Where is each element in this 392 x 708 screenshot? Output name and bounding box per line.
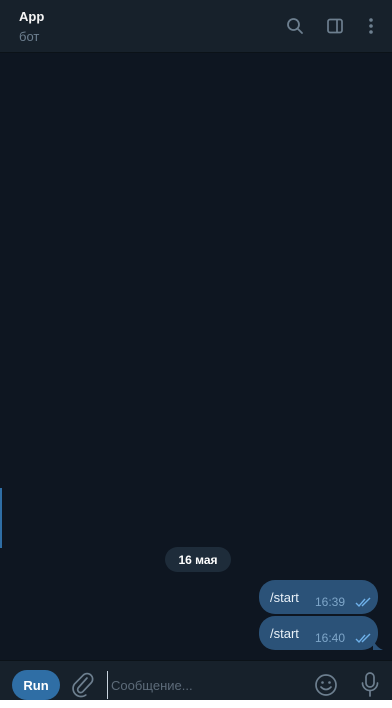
search-icon[interactable] bbox=[283, 14, 307, 38]
chat-title[interactable]: App bbox=[19, 9, 44, 24]
scroll-indicator bbox=[0, 488, 2, 548]
paperclip-icon[interactable] bbox=[71, 672, 95, 698]
run-button[interactable]: Run bbox=[12, 670, 60, 700]
message-text: /start bbox=[270, 626, 299, 641]
message-text: /start bbox=[270, 590, 299, 605]
chat-subtitle: бот bbox=[19, 29, 40, 44]
emoji-icon[interactable] bbox=[314, 673, 338, 697]
message-time: 16:40 bbox=[315, 631, 346, 645]
double-check-icon bbox=[355, 631, 373, 649]
underlying-window-edge bbox=[0, 700, 392, 708]
bubble-tail bbox=[373, 640, 383, 650]
outgoing-message[interactable]: /start 16:40 bbox=[259, 616, 378, 650]
double-check-icon bbox=[355, 595, 373, 613]
chat-header[interactable]: App бот bbox=[0, 0, 392, 53]
more-vertical-icon[interactable] bbox=[359, 14, 383, 38]
sidebar-toggle-icon[interactable] bbox=[323, 14, 347, 38]
message-time: 16:39 bbox=[315, 595, 346, 609]
outgoing-message[interactable]: /start 16:39 bbox=[259, 580, 378, 614]
telegram-chat-window: App бот 16 мая /start 16:39 /start 16:40… bbox=[0, 0, 392, 708]
message-input[interactable] bbox=[107, 671, 303, 699]
microphone-icon[interactable] bbox=[358, 671, 382, 699]
date-separator: 16 мая bbox=[165, 547, 231, 572]
